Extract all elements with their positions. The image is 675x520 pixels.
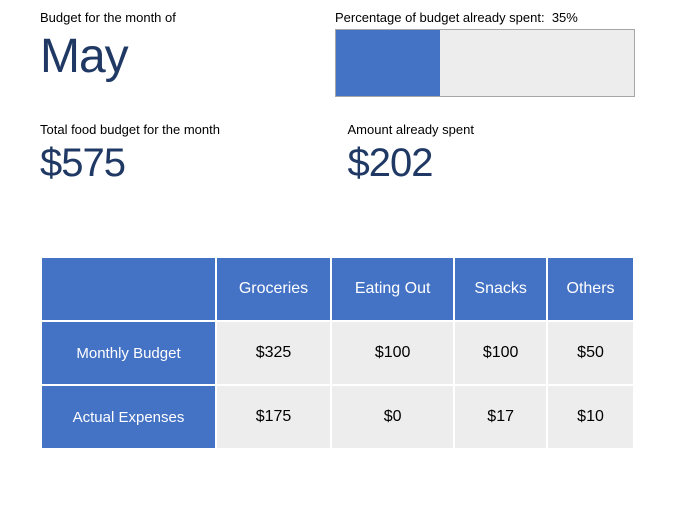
table-row: Actual Expenses $175 $0 $17 $10 [41,385,634,449]
cell: $17 [454,385,547,449]
col-header: Snacks [454,257,547,321]
progress-section: Percentage of budget already spent: 35% [335,10,635,97]
total-budget-value: $575 [40,141,328,186]
cell: $175 [216,385,331,449]
budget-table: Groceries Eating Out Snacks Others Month… [40,256,635,450]
spent-section: Amount already spent $202 [348,122,636,186]
month-label: Budget for the month of [40,10,315,25]
cell: $100 [454,321,547,385]
month-value: May [40,29,315,84]
col-header: Groceries [216,257,331,321]
total-budget-label: Total food budget for the month [40,122,328,137]
table-corner [41,257,216,321]
spent-label: Amount already spent [348,122,636,137]
total-budget-section: Total food budget for the month $575 [40,122,328,186]
col-header: Others [547,257,634,321]
spent-value: $202 [348,141,636,186]
month-section: Budget for the month of May [40,10,315,97]
cell: $0 [331,385,454,449]
progress-bar [335,29,635,97]
cell: $100 [331,321,454,385]
cell: $10 [547,385,634,449]
cell: $325 [216,321,331,385]
row-label: Monthly Budget [41,321,216,385]
cell: $50 [547,321,634,385]
percent-label: Percentage of budget already spent: 35% [335,10,635,25]
col-header: Eating Out [331,257,454,321]
table-row: Monthly Budget $325 $100 $100 $50 [41,321,634,385]
progress-fill [336,30,440,96]
row-label: Actual Expenses [41,385,216,449]
